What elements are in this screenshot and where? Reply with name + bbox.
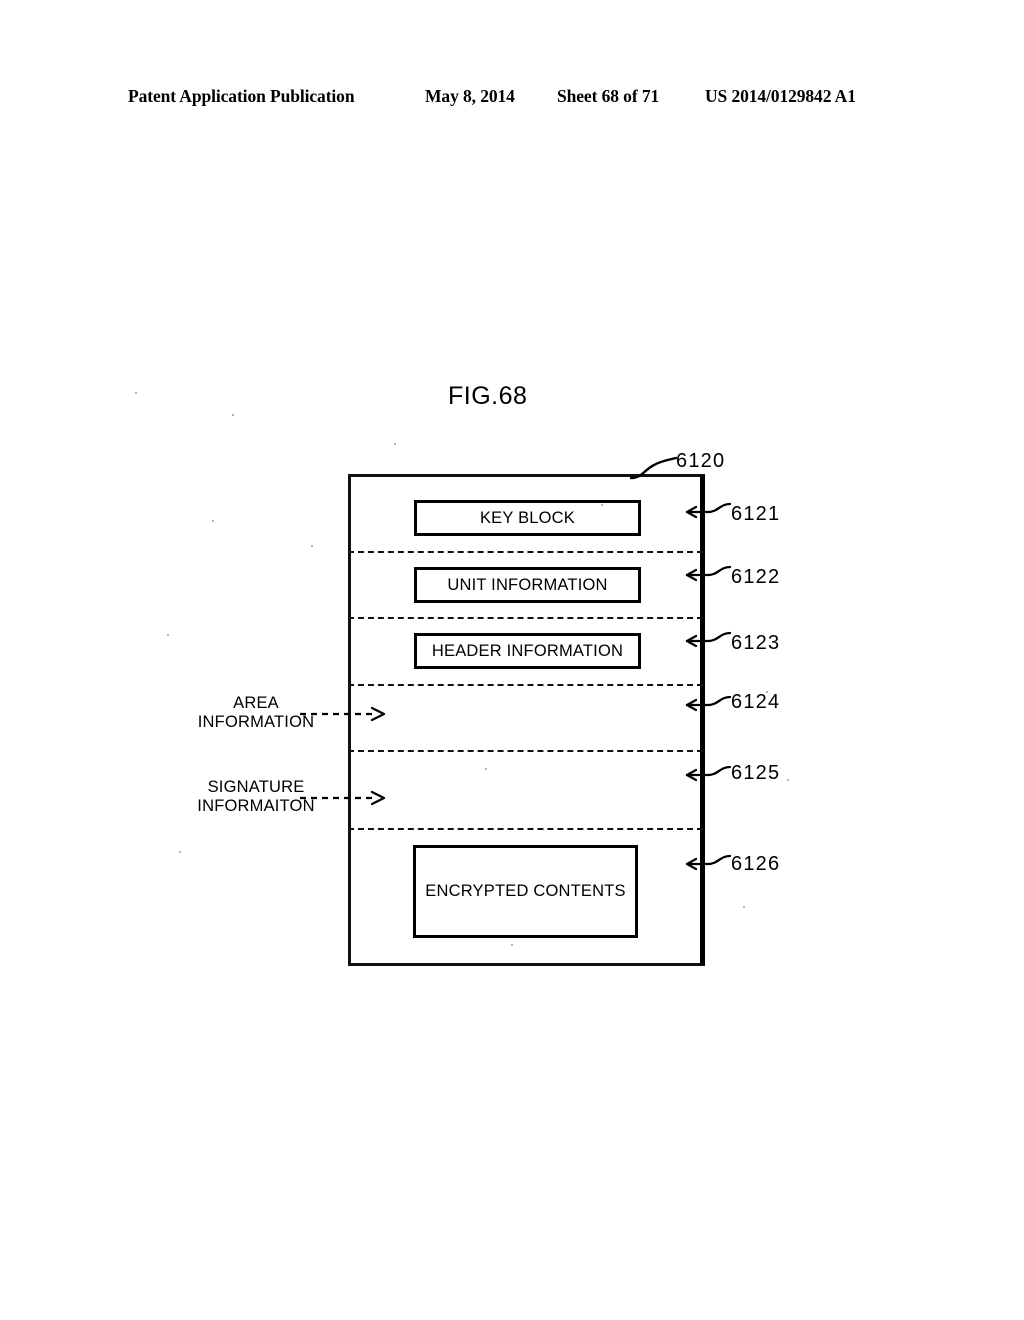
reference-numeral-6125: 6125 — [731, 762, 781, 784]
scan-speckle — [179, 851, 181, 853]
sheet-number: Sheet 68 of 71 — [557, 86, 660, 106]
scan-speckle — [212, 520, 214, 522]
reference-numeral-6124: 6124 — [731, 691, 781, 713]
publication-label: Patent Application Publication — [128, 86, 355, 106]
reference-numeral-6122: 6122 — [731, 566, 781, 588]
scan-speckle — [511, 944, 513, 946]
key-block-label: KEY BLOCK — [479, 508, 576, 527]
scan-speckle — [743, 906, 745, 908]
reference-numeral-6126: 6126 — [731, 853, 781, 875]
band-separator-5 — [348, 828, 703, 830]
scan-speckle — [135, 392, 137, 394]
reference-numeral-6120: 6120 — [676, 450, 726, 472]
scan-speckle — [766, 691, 768, 693]
patent-number: US 2014/0129842 A1 — [705, 86, 856, 106]
reference-numeral-6123: 6123 — [731, 632, 781, 654]
scan-speckle — [601, 504, 603, 506]
page-header: Patent Application Publication May 8, 20… — [0, 86, 1024, 112]
scan-speckle — [394, 443, 396, 445]
band-separator-4 — [348, 750, 703, 752]
leader-line-6126 — [685, 854, 732, 871]
leader-line-6123 — [685, 631, 732, 648]
reference-numeral-6121: 6121 — [731, 503, 781, 525]
band-separator-1 — [348, 551, 703, 553]
unit-information-box: UNIT INFORMATION — [414, 567, 641, 603]
leader-line-6124 — [685, 695, 732, 712]
callout-arrow-signature-information — [300, 790, 386, 806]
encrypted-contents-box: ENCRYPTED CONTENTS — [413, 845, 638, 938]
leader-line-6121 — [685, 502, 732, 519]
callout-arrow-area-information — [300, 706, 386, 722]
key-block-box: KEY BLOCK — [414, 500, 641, 536]
leader-line-6122 — [685, 565, 732, 582]
scan-speckle — [167, 634, 169, 636]
encrypted-contents-label: ENCRYPTED CONTENTS — [425, 882, 626, 900]
scan-speckle — [485, 768, 487, 770]
figure-title: FIG.68 — [448, 382, 528, 410]
header-information-box: HEADER INFORMATION — [414, 633, 641, 669]
unit-information-label: UNIT INFORMATION — [447, 575, 608, 594]
scan-speckle — [787, 779, 789, 781]
header-information-label: HEADER INFORMATION — [431, 641, 624, 660]
scan-speckle — [232, 414, 234, 416]
leader-line-6125 — [685, 765, 732, 782]
publication-date: May 8, 2014 — [425, 86, 515, 106]
band-separator-3 — [348, 684, 703, 686]
band-separator-2 — [348, 617, 703, 619]
scan-speckle — [311, 545, 313, 547]
